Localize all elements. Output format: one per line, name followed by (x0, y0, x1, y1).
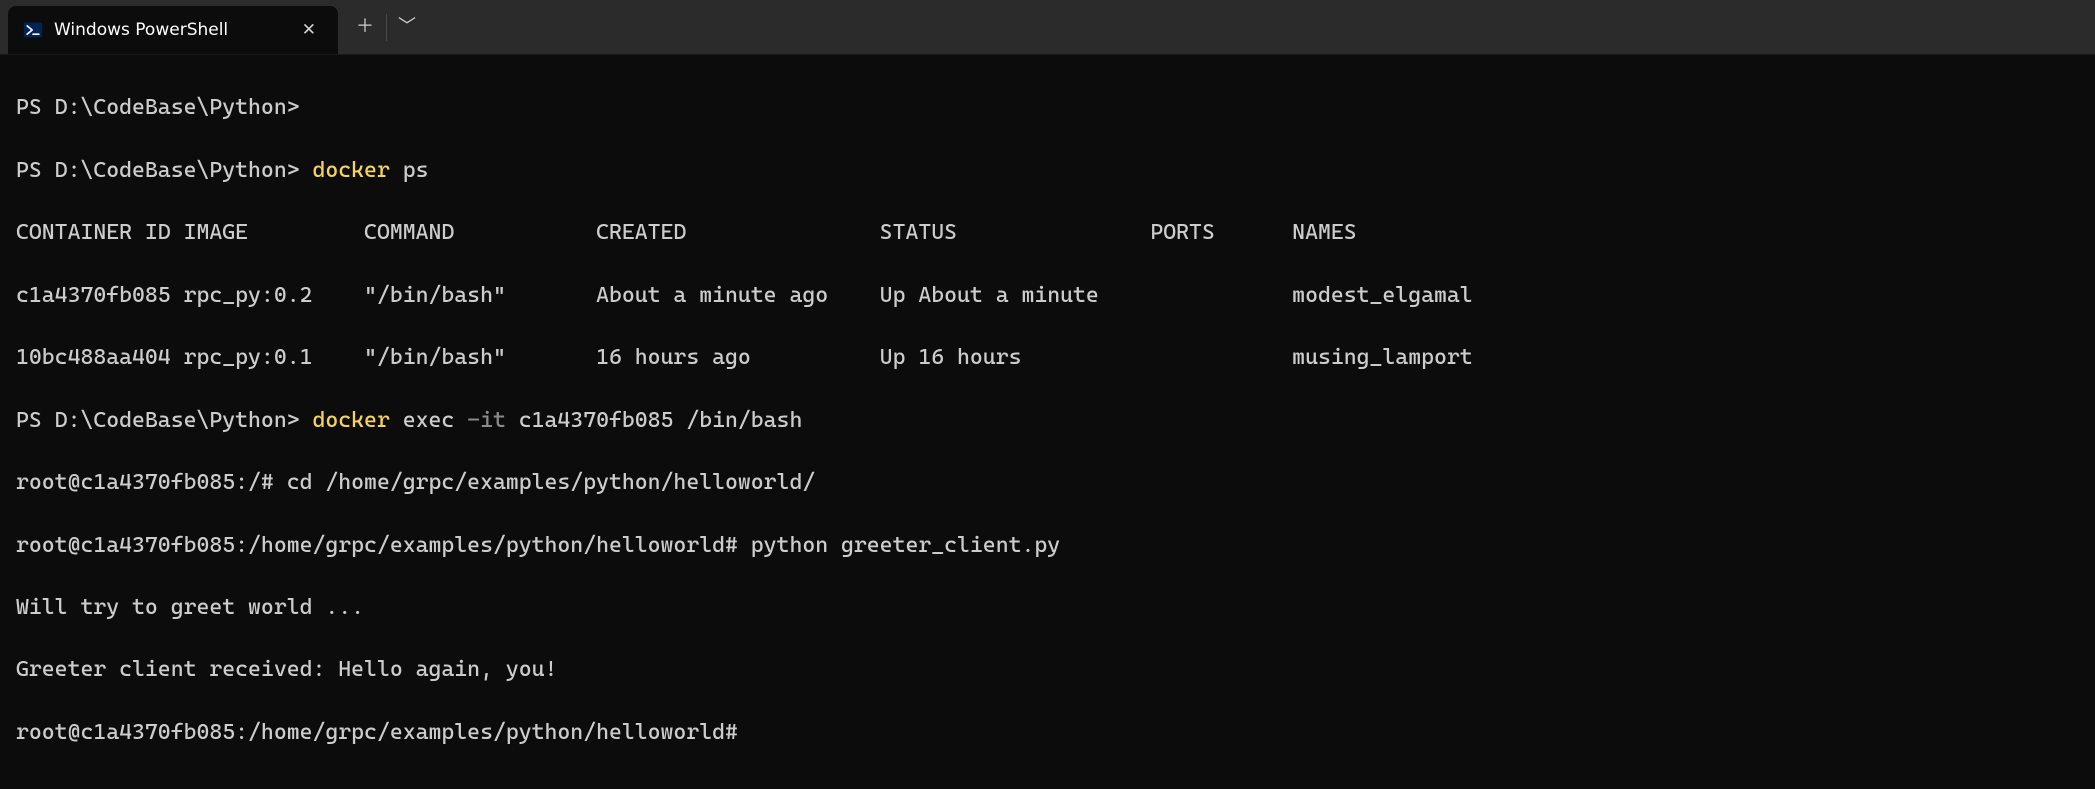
command-line: PS D:\CodeBase\Python> docker exec -it c… (16, 405, 2079, 436)
tab-powershell[interactable]: Windows PowerShell ✕ (8, 6, 338, 54)
bash-line: root@c1a4370fb085:/# cd /home/grpc/examp… (16, 467, 2079, 498)
tab-strip: Windows PowerShell ✕ ＋ ﹀ (0, 0, 2095, 55)
tab-actions: ＋ ﹀ (344, 0, 428, 54)
prompt-line: PS D:\CodeBase\Python> (16, 92, 2079, 123)
chevron-down-icon: ﹀ (398, 14, 416, 40)
output-line: Greeter client received: Hello again, yo… (16, 654, 2079, 685)
output-line: Will try to greet world ... (16, 592, 2079, 623)
tab-dropdown-button[interactable]: ﹀ (386, 0, 428, 55)
tab-close-button[interactable]: ✕ (296, 16, 322, 44)
ps-row: 10bc488aa404rpc_py:0.1"/bin/bash"16 hour… (16, 342, 2079, 373)
command-line: PS D:\CodeBase\Python> docker ps (16, 155, 2079, 186)
new-tab-button[interactable]: ＋ (344, 0, 386, 55)
powershell-icon (22, 19, 44, 41)
terminal-output[interactable]: PS D:\CodeBase\Python> PS D:\CodeBase\Py… (0, 55, 2095, 789)
tab-title: Windows PowerShell (54, 18, 286, 42)
bash-line: root@c1a4370fb085:/home/grpc/examples/py… (16, 530, 2079, 561)
ps-row: c1a4370fb085rpc_py:0.2"/bin/bash"About a… (16, 280, 2079, 311)
bash-prompt: root@c1a4370fb085:/home/grpc/examples/py… (16, 717, 2079, 748)
plus-icon: ＋ (356, 14, 374, 40)
ps-header-row: CONTAINER IDIMAGECOMMANDCREATEDSTATUSPOR… (16, 217, 2079, 248)
